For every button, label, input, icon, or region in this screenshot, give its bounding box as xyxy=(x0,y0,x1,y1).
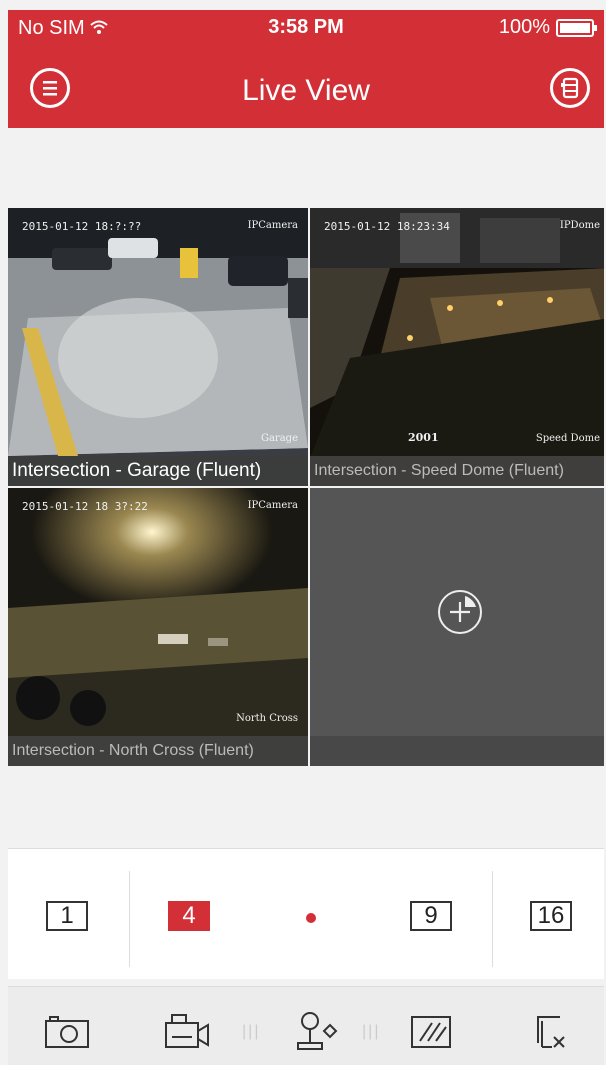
camera-tile-empty[interactable] xyxy=(310,488,604,766)
osd-timestamp: 2015-01-12 18 3?:22 xyxy=(22,500,148,513)
bottom-toolbar: ||| ||| xyxy=(8,986,604,1065)
camera-caption: Intersection - North Cross (Fluent) xyxy=(8,736,308,766)
battery-percent: 100% xyxy=(498,16,550,38)
close-all-button[interactable] xyxy=(528,1009,578,1053)
osd-timestamp: 2015-01-12 18:?:?? xyxy=(22,220,142,233)
camera-feed-garage xyxy=(8,208,308,486)
header: No SIM 3:58 PM 100% Live View xyxy=(8,10,604,128)
camera-caption-empty xyxy=(310,736,604,766)
osd-camera-label: IPCamera xyxy=(247,220,298,231)
switch-window-button[interactable] xyxy=(550,68,590,108)
camera-caption: Intersection - Garage (Fluent) xyxy=(8,456,308,486)
snapshot-button[interactable] xyxy=(42,1009,92,1053)
layout-16-button[interactable]: 16 xyxy=(530,901,572,931)
add-icon xyxy=(450,596,476,622)
video-record-icon xyxy=(165,1014,209,1048)
ptz-button[interactable] xyxy=(290,1009,340,1053)
layout-selector: 1 4 9 16 xyxy=(8,848,604,979)
nav-bar: Live View xyxy=(8,62,604,116)
osd-camera-label: IPDome xyxy=(559,220,600,231)
status-bar: No SIM 3:58 PM 100% xyxy=(8,16,604,40)
camera-tile-north-cross[interactable]: 2015-01-12 18 3?:22 IPCamera North Cross… xyxy=(8,488,308,766)
divider xyxy=(492,871,493,967)
image-quality-button[interactable] xyxy=(406,1009,456,1053)
osd-camera-name: Garage xyxy=(260,433,298,444)
page-indicator-dot xyxy=(306,913,316,923)
camera-tile-garage[interactable]: 2015-01-12 18:?:?? IPCamera Garage Inter… xyxy=(8,208,308,486)
osd-camera-name: North Cross xyxy=(236,713,298,724)
osd-camera-name: Speed Dome xyxy=(535,433,600,444)
switch-window-icon xyxy=(561,77,579,99)
osd-number: 2001 xyxy=(408,431,439,444)
app-frame: No SIM 3:58 PM 100% Live View 2015-01-12… xyxy=(8,10,604,1065)
toolbar-separator: ||| xyxy=(242,1023,261,1040)
layout-9-button[interactable]: 9 xyxy=(410,901,452,931)
divider xyxy=(129,871,130,967)
add-camera-button[interactable] xyxy=(438,590,482,634)
ptz-icon xyxy=(297,1012,338,1050)
battery-icon xyxy=(556,18,597,37)
camera-icon xyxy=(45,1016,89,1048)
live-view-grid: 2015-01-12 18:?:?? IPCamera Garage Inter… xyxy=(8,208,604,766)
osd-timestamp: 2015-01-12 18:23:34 xyxy=(324,220,450,233)
layout-1-button[interactable]: 1 xyxy=(46,901,88,931)
image-quality-icon xyxy=(411,1016,451,1048)
camera-tile-speed-dome[interactable]: 2015-01-12 18:23:34 IPDome 2001 Speed Do… xyxy=(310,208,604,486)
page-title: Live View xyxy=(242,74,370,107)
camera-feed-speed-dome xyxy=(310,208,604,486)
camera-caption: Intersection - Speed Dome (Fluent) xyxy=(310,456,604,486)
close-all-icon xyxy=(537,1016,565,1048)
record-button[interactable] xyxy=(162,1009,212,1053)
osd-camera-label: IPCamera xyxy=(247,500,298,511)
camera-feed-north-cross xyxy=(8,488,308,766)
toolbar-separator: ||| xyxy=(362,1023,381,1040)
layout-4-button[interactable]: 4 xyxy=(168,901,210,931)
battery-status: 100% xyxy=(498,16,597,39)
